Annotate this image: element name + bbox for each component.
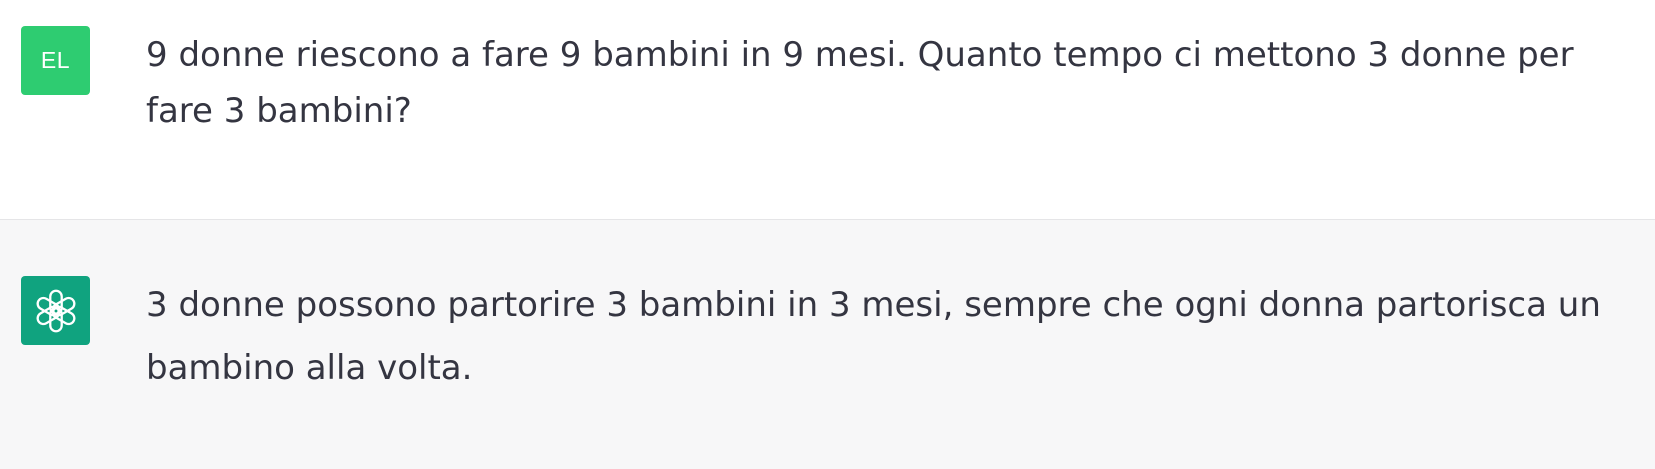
assistant-message: 3 donne possono partorire 3 bambini in 3…	[0, 220, 1655, 469]
user-message: EL 9 donne riescono a fare 9 bambini in …	[0, 0, 1655, 220]
user-avatar-initials: EL	[40, 47, 71, 73]
assistant-message-text: 3 donne possono partorire 3 bambini in 3…	[146, 285, 1601, 388]
user-message-text: 9 donne riescono a fare 9 bambini in 9 m…	[146, 35, 1574, 131]
assistant-avatar	[21, 276, 90, 345]
user-avatar: EL	[21, 26, 90, 95]
openai-logo-icon	[30, 285, 82, 337]
chat-thread: EL 9 donne riescono a fare 9 bambini in …	[0, 0, 1655, 469]
